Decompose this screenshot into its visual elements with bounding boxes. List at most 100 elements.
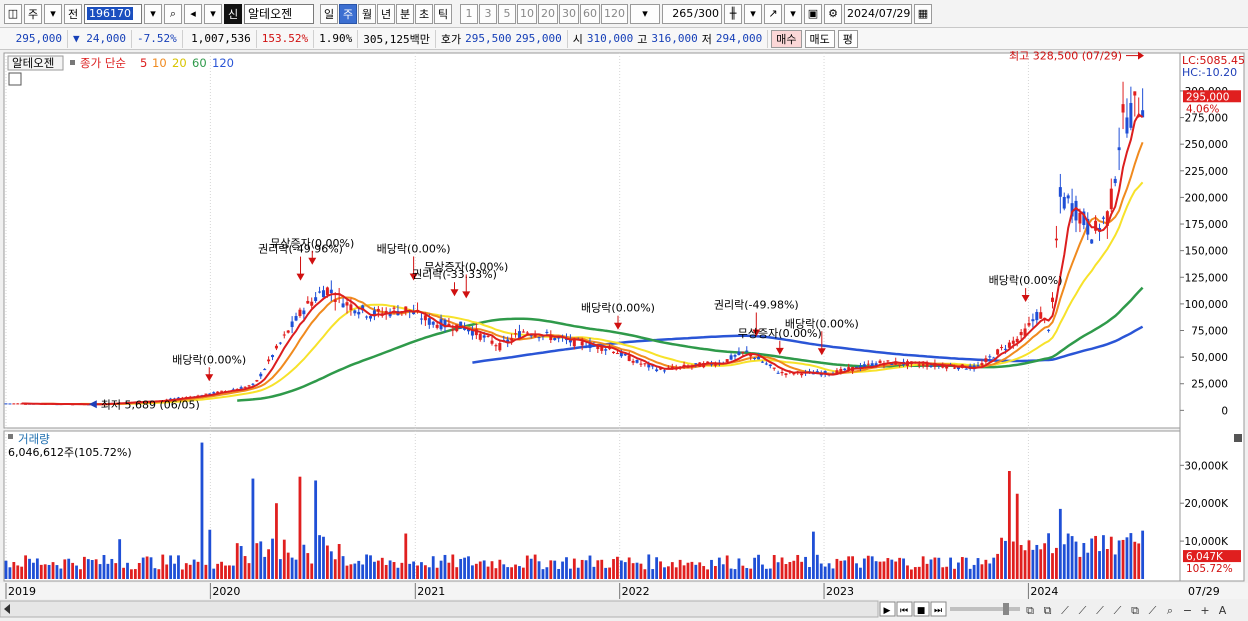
volume-bar-240 <box>945 566 949 579</box>
volume-bar-251 <box>988 563 992 579</box>
volume-bar-64 <box>255 543 259 579</box>
candle-body-62 <box>247 385 251 387</box>
volume-panel <box>3 430 1181 582</box>
volume-bar-168 <box>663 567 666 579</box>
volume-bullet <box>8 434 13 439</box>
volume-bar-2 <box>12 562 16 579</box>
volume-bar-15 <box>63 559 67 579</box>
volume-bar-254 <box>1000 537 1003 579</box>
playback-icon-0: ▶ <box>884 606 891 616</box>
volume-bar-8 <box>35 558 39 579</box>
volume-bar-185 <box>729 568 733 579</box>
count-input[interactable]: 265/300 <box>662 3 722 24</box>
stock-code-input[interactable]: 196170 <box>84 3 142 24</box>
candle-body-153 <box>604 349 608 351</box>
speaker-icon[interactable]: ◂ <box>184 3 202 24</box>
volume-bar-267 <box>1051 553 1054 579</box>
date-input[interactable]: 2024/07/29 <box>844 3 912 24</box>
candle-body-184 <box>725 359 729 363</box>
volume-bar-165 <box>651 569 655 579</box>
candle-body-72 <box>286 330 290 333</box>
interval-tab-1[interactable]: 1 <box>460 3 478 24</box>
period-tab-1[interactable]: 주 <box>339 3 357 24</box>
candle-body-140 <box>553 338 557 341</box>
interval-dropdown[interactable]: ▾ <box>630 3 660 24</box>
volume-bar-280 <box>1102 535 1105 579</box>
stock-chart[interactable]: 300,000275,000250,000225,000200,000175,0… <box>0 51 1248 621</box>
interval-tab-5[interactable]: 5 <box>498 3 516 24</box>
volume-bar-261 <box>1027 540 1031 579</box>
quote-volume: 1,007,536 <box>183 29 257 48</box>
volume-bar-157 <box>619 560 623 579</box>
volume-bar-289 <box>1137 543 1141 579</box>
calendar-icon[interactable]: ▦ <box>914 3 932 24</box>
chevron-down-icon[interactable]: ▾ <box>204 3 222 24</box>
period-tab-0[interactable]: 일 <box>320 3 338 24</box>
candle-body-176 <box>694 363 698 365</box>
volume-bar-46 <box>184 563 188 579</box>
volume-bar-123 <box>486 566 490 579</box>
tool-icon-10: + <box>1200 604 1209 617</box>
interval-tab-30[interactable]: 30 <box>559 3 579 24</box>
line-tool-icon[interactable]: ↗ <box>764 3 782 24</box>
candle-body-136 <box>537 337 541 339</box>
interval-tab-3[interactable]: 3 <box>479 3 497 24</box>
chart-type-icon[interactable]: ◫ <box>4 3 22 24</box>
volume-bar-47 <box>188 564 192 579</box>
period-tab-6[interactable]: 틱 <box>434 3 452 24</box>
gear-icon[interactable]: ⚙ <box>824 3 842 24</box>
period-tab-4[interactable]: 분 <box>396 3 414 24</box>
event-label-7: 권리락(-49.98%) <box>714 298 799 311</box>
period-short-button[interactable]: 주 <box>24 3 42 24</box>
volume-bar-106 <box>420 562 423 579</box>
volume-bar-268 <box>1055 547 1058 579</box>
avg-button[interactable]: 평 <box>837 29 858 48</box>
volume-bar-107 <box>423 565 427 579</box>
volume-bar-75 <box>298 476 302 579</box>
volume-bar-39 <box>157 569 161 579</box>
save-icon[interactable]: ▣ <box>804 3 822 24</box>
search-icon[interactable]: ⌕ <box>164 3 182 24</box>
volume-bar-263 <box>1035 544 1039 579</box>
volume-bar-1 <box>8 567 12 579</box>
legend-bullet <box>70 60 75 65</box>
y-tick-label-8: 100,000 <box>1185 299 1228 311</box>
volume-bar-211 <box>831 568 835 579</box>
volume-bar-256 <box>1007 471 1011 579</box>
candle-body-77 <box>306 300 310 304</box>
volume-bar-255 <box>1004 540 1007 579</box>
y-tick-label-10: 50,000 <box>1191 352 1228 364</box>
volume-bar-16 <box>67 558 71 579</box>
period-tab-3[interactable]: 년 <box>377 3 395 24</box>
tool-icon-0: ⧉ <box>1026 604 1034 617</box>
volume-bar-204 <box>804 556 807 579</box>
interval-tab-60[interactable]: 60 <box>580 3 600 24</box>
candle-body-110 <box>435 324 439 328</box>
period-tab-2[interactable]: 월 <box>358 3 376 24</box>
candle-body-196 <box>772 367 776 369</box>
volume-bar-246 <box>968 568 972 579</box>
volume-bar-170 <box>670 562 674 579</box>
code-dropdown-icon[interactable]: ▾ <box>144 3 162 24</box>
candle-body-185 <box>729 355 733 360</box>
period-tab-5[interactable]: 초 <box>415 3 433 24</box>
chevron-down-icon[interactable]: ▾ <box>44 3 62 24</box>
volume-bar-104 <box>412 561 416 579</box>
low-annotation: 최저 5,689 (06/05) <box>101 398 200 411</box>
volume-bar-209 <box>823 566 827 579</box>
interval-tab-20[interactable]: 20 <box>538 3 558 24</box>
volume-last-label: 6,047K <box>1186 551 1224 563</box>
candle-icon[interactable]: ╫ <box>724 3 742 24</box>
interval-tab-120[interactable]: 120 <box>601 3 628 24</box>
chevron-down-icon[interactable]: ▾ <box>784 3 802 24</box>
chevron-down-icon[interactable]: ▾ <box>744 3 762 24</box>
volume-bar-73 <box>290 557 294 579</box>
volume-bar-234 <box>921 556 925 579</box>
tool-icon-3: ⟋ <box>1079 604 1087 617</box>
buy-button[interactable]: 매수 <box>771 29 802 48</box>
prev-button[interactable]: 전 <box>64 3 82 24</box>
sell-button[interactable]: 매도 <box>804 29 835 48</box>
volume-bar-189 <box>745 568 749 579</box>
interval-tab-10[interactable]: 10 <box>517 3 537 24</box>
vol-tick-label-2: 10,000K <box>1184 536 1229 548</box>
